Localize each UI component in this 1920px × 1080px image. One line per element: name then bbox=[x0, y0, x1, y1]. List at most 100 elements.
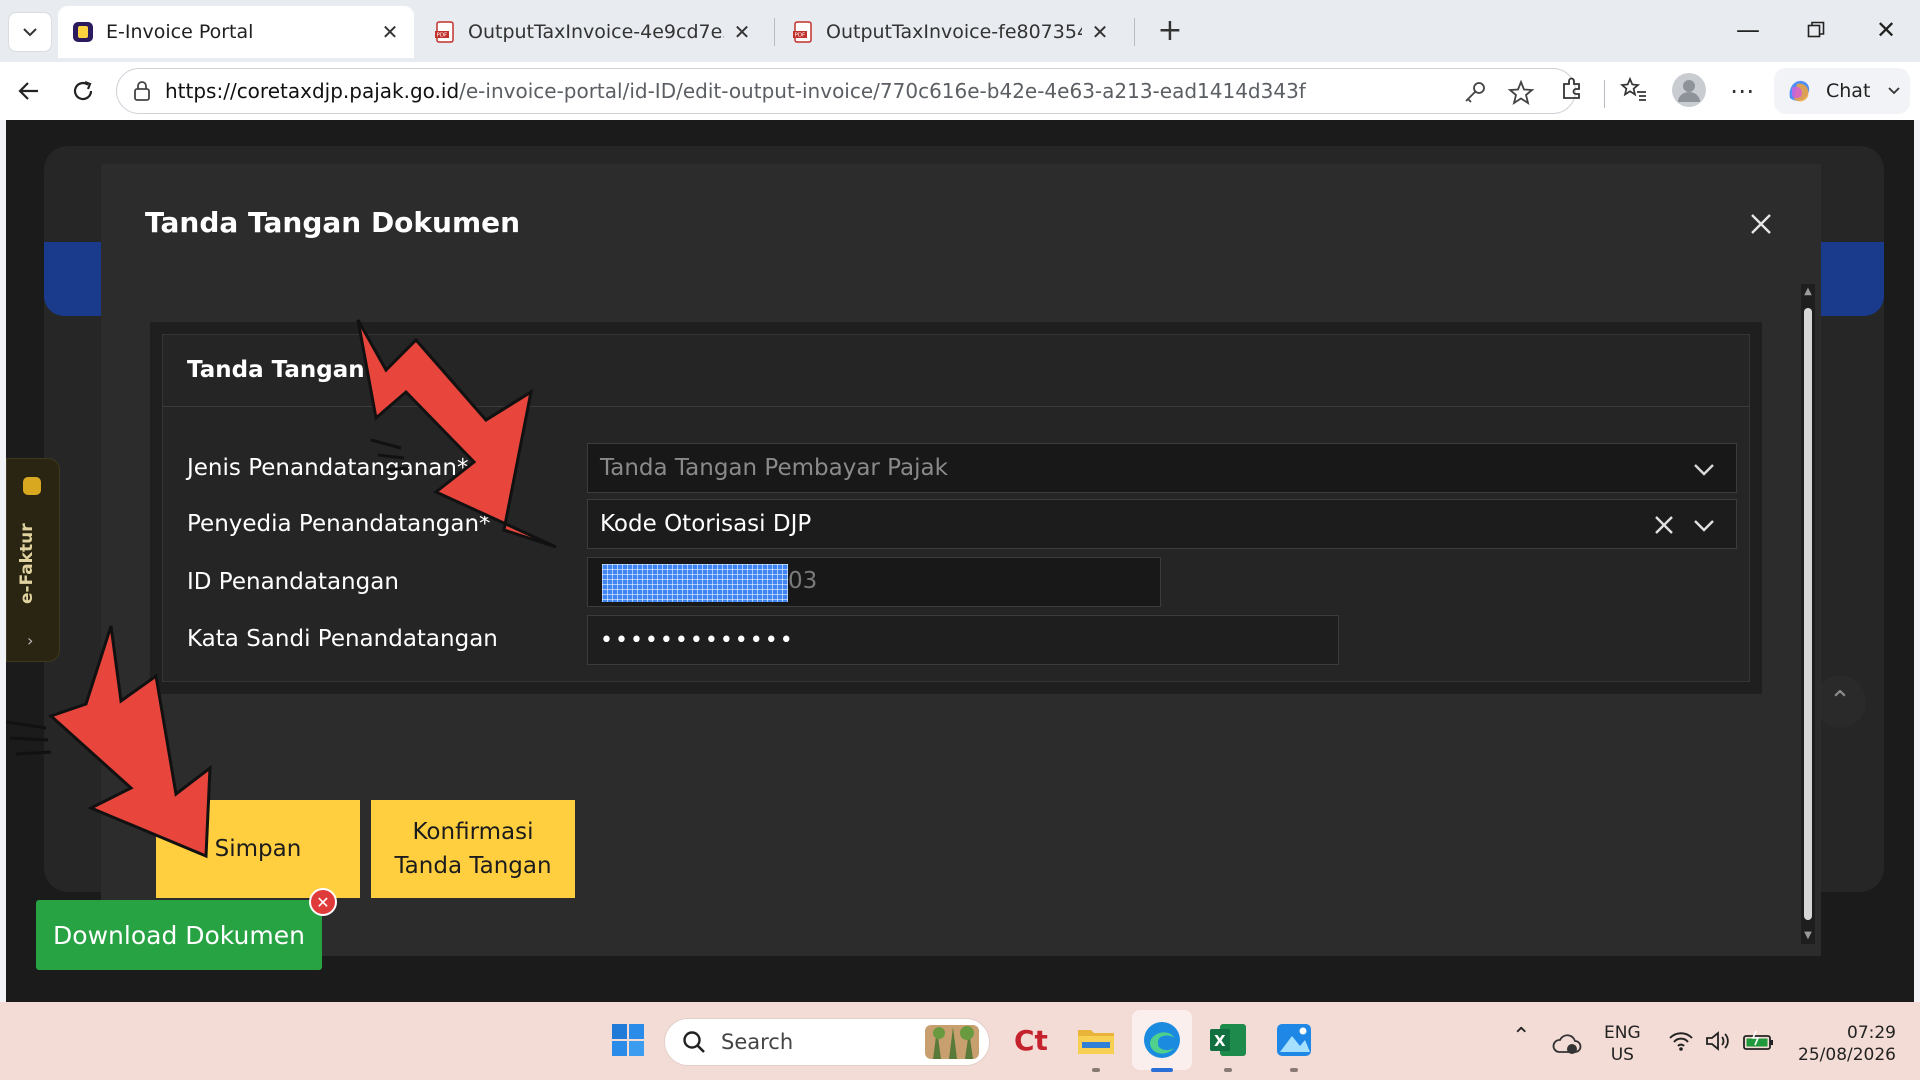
file-explorer-icon[interactable] bbox=[1074, 1018, 1118, 1062]
close-window-button[interactable]: ✕ bbox=[1858, 10, 1914, 50]
clock-time: 07:29 bbox=[1847, 1023, 1896, 1043]
tab-separator bbox=[774, 18, 775, 46]
clear-icon[interactable] bbox=[1648, 509, 1680, 541]
svg-text:PDF: PDF bbox=[795, 33, 806, 39]
more-menu-button[interactable]: ⋯ bbox=[1726, 76, 1758, 108]
scroll-to-top-button[interactable]: ⌃ bbox=[1814, 676, 1866, 728]
excel-icon[interactable]: X bbox=[1206, 1018, 1250, 1062]
jenis-penandatanganan-select[interactable]: Tanda Tangan Pembayar Pajak bbox=[587, 443, 1737, 493]
back-button[interactable] bbox=[8, 70, 50, 112]
id-penandatangan-label: ID Penandatangan bbox=[187, 569, 399, 595]
lang-code: ENG bbox=[1604, 1023, 1641, 1043]
chevron-down-icon bbox=[1694, 520, 1714, 532]
taskbar-search-box[interactable]: Search bbox=[664, 1018, 990, 1066]
e-faktur-side-tab[interactable]: e-Faktur › bbox=[6, 458, 60, 662]
running-indicator bbox=[1290, 1068, 1298, 1072]
dismiss-download-badge[interactable]: ✕ bbox=[309, 888, 337, 916]
tab-e-invoice-portal[interactable]: E-Invoice Portal ✕ bbox=[58, 6, 414, 58]
download-dokumen-button[interactable]: Download Dokumen bbox=[36, 900, 322, 970]
chevron-right-icon: › bbox=[27, 631, 34, 650]
wifi-icon[interactable] bbox=[1668, 1030, 1694, 1052]
signature-panel: Tanda Tangan Jenis Penandatanganan* Tand… bbox=[162, 334, 1750, 682]
web-content: e-Faktur › ⌃ Tanda Tangan Dokumen ▲ ▼ Ta… bbox=[6, 120, 1914, 1002]
photos-icon[interactable] bbox=[1272, 1018, 1316, 1062]
lang-region: US bbox=[1610, 1045, 1634, 1065]
volume-icon[interactable] bbox=[1704, 1030, 1730, 1052]
svg-text:X: X bbox=[1214, 1032, 1226, 1050]
search-icon bbox=[683, 1031, 705, 1053]
extensions-button[interactable] bbox=[1556, 76, 1588, 108]
battery-icon[interactable] bbox=[1742, 1030, 1774, 1052]
refresh-button[interactable] bbox=[62, 70, 104, 112]
favorite-star-icon[interactable] bbox=[1507, 79, 1535, 107]
scroll-down-arrow[interactable]: ▼ bbox=[1802, 930, 1814, 942]
chevron-down-icon bbox=[1888, 87, 1901, 95]
browser-toolbar: https://coretaxdjp.pajak.go.id/e-invoice… bbox=[0, 62, 1920, 120]
redacted-mask bbox=[602, 564, 788, 602]
konfirmasi-label-line2: Tanda Tangan bbox=[394, 853, 552, 879]
penyedia-penandatangan-select[interactable]: Kode Otorisasi DJP bbox=[587, 499, 1737, 549]
tab-actions-button[interactable] bbox=[8, 12, 52, 52]
modal-scrollbar[interactable]: ▲ ▼ bbox=[1801, 284, 1815, 944]
simpan-button[interactable]: Simpan bbox=[156, 800, 360, 898]
close-tab-icon[interactable]: ✕ bbox=[732, 20, 752, 44]
profile-button[interactable] bbox=[1670, 72, 1708, 110]
scroll-up-arrow[interactable]: ▲ bbox=[1802, 286, 1814, 298]
tab-pdf-1[interactable]: PDF OutputTaxInvoice-4e9cd7e3-1bf3- ✕ bbox=[420, 6, 766, 58]
pdf-icon: PDF bbox=[793, 21, 812, 43]
lock-icon bbox=[134, 81, 150, 101]
penyedia-penandatangan-label: Penyedia Penandatangan* bbox=[187, 511, 491, 537]
scrollbar-thumb[interactable] bbox=[1804, 308, 1812, 920]
panel-header: Tanda Tangan bbox=[163, 335, 1749, 407]
select-value: Tanda Tangan Pembayar Pajak bbox=[600, 455, 948, 481]
windows-taskbar: Search Ct X ⌃ ENG US 07:29 25/08/2026 bbox=[0, 1002, 1920, 1080]
jenis-penandatanganan-label: Jenis Penandatanganan* bbox=[187, 455, 469, 481]
favorites-list-icon bbox=[1619, 76, 1646, 101]
language-indicator[interactable]: ENG US bbox=[1604, 1022, 1641, 1066]
coretax-app-icon[interactable]: Ct bbox=[1010, 1018, 1054, 1062]
kata-sandi-input[interactable]: ••••••••••••• bbox=[587, 615, 1339, 665]
system-clock[interactable]: 07:29 25/08/2026 bbox=[1790, 1022, 1896, 1066]
password-value: ••••••••••••• bbox=[600, 627, 795, 653]
konfirmasi-tanda-tangan-button[interactable]: Konfirmasi Tanda Tangan bbox=[371, 800, 575, 898]
side-tab-label: e-Faktur bbox=[17, 523, 37, 605]
id-penandatangan-input[interactable]: 03 bbox=[587, 557, 1161, 607]
edge-icon[interactable] bbox=[1140, 1018, 1184, 1062]
restore-button[interactable] bbox=[1788, 10, 1844, 50]
tab-separator bbox=[1134, 18, 1135, 46]
show-hidden-icons-button[interactable]: ⌃ bbox=[1512, 1024, 1530, 1049]
e-faktur-icon bbox=[23, 477, 41, 495]
address-bar[interactable]: https://coretaxdjp.pajak.go.id/e-invoice… bbox=[116, 68, 1576, 114]
url-text: https://coretaxdjp.pajak.go.id/e-invoice… bbox=[165, 79, 1306, 103]
simpan-label: Simpan bbox=[214, 835, 302, 862]
download-label: Download Dokumen bbox=[53, 920, 305, 950]
id-suffix: 03 bbox=[788, 568, 818, 594]
search-highlight-image bbox=[925, 1025, 979, 1059]
minimize-button[interactable]: — bbox=[1720, 10, 1776, 50]
running-indicator bbox=[1092, 1068, 1100, 1072]
avatar-icon bbox=[1672, 73, 1706, 107]
favorites-button[interactable] bbox=[1618, 76, 1650, 108]
url-host: https://coretaxdjp.pajak.go.id bbox=[165, 79, 460, 103]
back-arrow-icon bbox=[18, 82, 38, 100]
chevron-down-icon bbox=[23, 28, 37, 37]
windows-start-icon[interactable] bbox=[606, 1018, 650, 1062]
close-tab-icon[interactable]: ✕ bbox=[380, 20, 400, 44]
toolbar-separator bbox=[1604, 80, 1605, 108]
tab-title: OutputTaxInvoice-fe807354-ff9d-4 bbox=[826, 21, 1082, 43]
key-icon[interactable] bbox=[1461, 79, 1489, 107]
chevron-down-icon bbox=[1694, 464, 1714, 476]
tab-title: OutputTaxInvoice-4e9cd7e3-1bf3- bbox=[468, 21, 724, 43]
cloud-sync-icon[interactable] bbox=[1552, 1032, 1582, 1056]
clock-date: 25/08/2026 bbox=[1798, 1045, 1896, 1065]
copilot-chat-button[interactable]: Chat bbox=[1774, 68, 1910, 114]
search-placeholder: Search bbox=[721, 1030, 794, 1054]
tab-pdf-2[interactable]: PDF OutputTaxInvoice-fe807354-ff9d-4 ✕ bbox=[778, 6, 1124, 58]
close-modal-button[interactable] bbox=[1741, 204, 1781, 244]
konfirmasi-label-line1: Konfirmasi bbox=[412, 818, 534, 845]
modal-title: Tanda Tangan Dokumen bbox=[145, 206, 521, 239]
svg-text:PDF: PDF bbox=[437, 33, 448, 39]
svg-text:Ct: Ct bbox=[1014, 1024, 1048, 1057]
new-tab-button[interactable]: + bbox=[1150, 12, 1190, 52]
close-tab-icon[interactable]: ✕ bbox=[1090, 20, 1110, 44]
